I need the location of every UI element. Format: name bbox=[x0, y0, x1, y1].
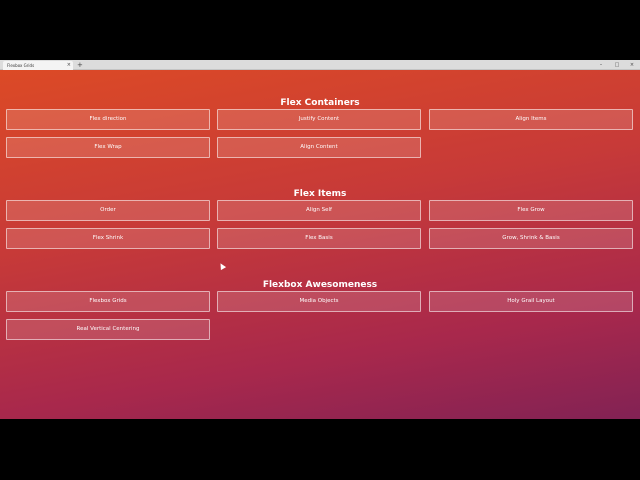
holy-grail-layout-button[interactable]: Holy Grail Layout bbox=[429, 291, 633, 312]
flex-basis-button[interactable]: Flex Basis bbox=[217, 228, 421, 249]
browser-window: Flexbox Grids × + – □ × Flex Containers … bbox=[0, 60, 640, 419]
flex-direction-button[interactable]: Flex direction bbox=[6, 109, 210, 130]
flex-wrap-button[interactable]: Flex Wrap bbox=[6, 137, 210, 158]
align-self-button[interactable]: Align Self bbox=[217, 200, 421, 221]
minimize-icon[interactable]: – bbox=[596, 60, 606, 70]
maximize-icon[interactable]: □ bbox=[612, 60, 622, 70]
new-tab-icon[interactable]: + bbox=[77, 60, 83, 70]
flex-shrink-button[interactable]: Flex Shrink bbox=[6, 228, 210, 249]
grow-shrink-basis-button[interactable]: Grow, Shrink & Basis bbox=[429, 228, 633, 249]
tab-flexbox-grids[interactable]: Flexbox Grids × bbox=[3, 61, 73, 70]
flex-grow-button[interactable]: Flex Grow bbox=[429, 200, 633, 221]
section-title-flex-containers: Flex Containers bbox=[280, 98, 360, 108]
real-vertical-centering-button[interactable]: Real Vertical Centering bbox=[6, 319, 210, 340]
flexbox-grids-button[interactable]: Flexbox Grids bbox=[6, 291, 210, 312]
mouse-cursor-icon bbox=[217, 261, 227, 271]
tab-strip: Flexbox Grids × + – □ × bbox=[0, 60, 640, 70]
align-content-button[interactable]: Align Content bbox=[217, 137, 421, 158]
media-objects-button[interactable]: Media Objects bbox=[217, 291, 421, 312]
section-title-flexbox-awesomeness: Flexbox Awesomeness bbox=[262, 280, 378, 290]
section-title-flex-items: Flex Items bbox=[293, 189, 347, 199]
justify-content-button[interactable]: Justify Content bbox=[217, 109, 421, 130]
align-items-button[interactable]: Align Items bbox=[429, 109, 633, 130]
page-content: Flex Containers Flex direction Justify C… bbox=[0, 70, 640, 419]
tab-title: Flexbox Grids bbox=[7, 63, 35, 68]
tab-close-icon[interactable]: × bbox=[67, 61, 71, 70]
close-window-icon[interactable]: × bbox=[627, 60, 637, 70]
order-button[interactable]: Order bbox=[6, 200, 210, 221]
